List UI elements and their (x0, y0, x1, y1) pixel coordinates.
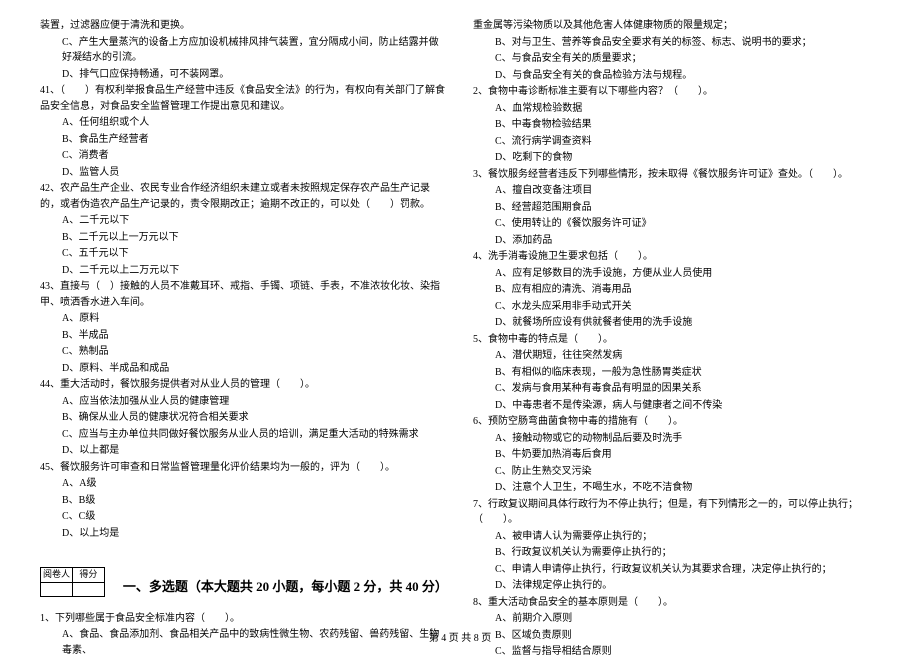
q42-option-d: D、二千元以上二万元以下 (40, 263, 447, 279)
section-header-row: 阅卷人 得分 一、多选题（本大题共 20 小题，每小题 2 分，共 40 分） (40, 553, 447, 603)
mq4-option-d: D、就餐场所应设有供就餐者使用的洗手设施 (473, 315, 880, 331)
mq4-option-b: B、应有相应的清洗、消毒用品 (473, 282, 880, 298)
mq4-option-a: A、应有足够数目的洗手设施，方便从业人员使用 (473, 266, 880, 282)
q45-option-c: C、C级 (40, 509, 447, 525)
question-43-stem: 43、直接与（ ）接触的人员不准戴耳环、戒指、手镯、项链、手表，不准浓妆化妆、染… (40, 279, 447, 310)
right-column: 重金属等污染物质以及其他危害人体健康物质的限量规定； B、对与卫生、营养等食品安… (473, 18, 880, 661)
mq5-option-b: B、有相似的临床表现，一般为急性肠胃类症状 (473, 365, 880, 381)
paragraph-continuation: 装置，过滤器应便于清洗和更换。 (40, 18, 447, 34)
mquestion-4-stem: 4、洗手消毒设施卫生要求包括（ ）。 (473, 249, 880, 265)
q44-option-c: C、应当与主办单位共同做好餐饮服务从业人员的培训，满足重大活动的特殊需求 (40, 427, 447, 443)
mq2-option-d: D、吃剩下的食物 (473, 150, 880, 166)
q41-option-d: D、监管人员 (40, 165, 447, 181)
score-header-marker: 阅卷人 (41, 568, 73, 583)
score-header-score: 得分 (72, 568, 104, 583)
mq5-option-a: A、潜伏期短，往往突然发病 (473, 348, 880, 364)
mq5-option-d: D、中毒患者不是传染源，病人与健康者之间不传染 (473, 398, 880, 414)
q43-option-b: B、半成品 (40, 328, 447, 344)
mquestion-2-stem: 2、食物中毒诊断标准主要有以下哪些内容？（ ）。 (473, 84, 880, 100)
score-cell-empty (41, 582, 73, 596)
mquestion-1-stem: 1、下列哪些属于食品安全标准内容（ ）。 (40, 611, 447, 627)
q43-option-d: D、原料、半成品和成品 (40, 361, 447, 377)
q43-option-c: C、熟制品 (40, 344, 447, 360)
q44-option-b: B、确保从业人员的健康状况符合相关要求 (40, 410, 447, 426)
mq3-option-b: B、经营超范围期食品 (473, 200, 880, 216)
option-c: C、产生大量蒸汽的设备上方应加设机械排风排气装置，宜分隔成小间，防止结露并做好凝… (40, 35, 447, 66)
mq3-option-a: A、擅自改变备注项目 (473, 183, 880, 199)
q42-option-a: A、二千元以下 (40, 213, 447, 229)
q41-option-a: A、任何组织或个人 (40, 115, 447, 131)
mq1-option-a-cont: 重金属等污染物质以及其他危害人体健康物质的限量规定； (473, 18, 880, 34)
mq7-option-b: B、行政复议机关认为需要停止执行的； (473, 545, 880, 561)
q45-option-b: B、B级 (40, 493, 447, 509)
multi-choice-section-title: 一、多选题（本大题共 20 小题，每小题 2 分，共 40 分） (123, 577, 447, 597)
option-d: D、排气口应保持畅通，可不装网罩。 (40, 67, 447, 83)
mq2-option-a: A、血常规检验数据 (473, 101, 880, 117)
question-45-stem: 45、餐饮服务许可审查和日常监督管理量化评价结果均为一般的，评为（ ）。 (40, 460, 447, 476)
score-cell-empty (72, 582, 104, 596)
page-footer: 第 4 页 共 8 页 (0, 629, 920, 644)
mq2-option-c: C、流行病学调查资料 (473, 134, 880, 150)
mquestion-6-stem: 6、预防空肠弯曲菌食物中毒的措施有（ ）。 (473, 414, 880, 430)
q43-option-a: A、原料 (40, 311, 447, 327)
q45-option-a: A、A级 (40, 476, 447, 492)
mq8-option-c: C、监督与指导相结合原则 (473, 644, 880, 660)
q44-option-a: A、应当依法加强从业人员的健康管理 (40, 394, 447, 410)
question-42-stem: 42、农产品生产企业、农民专业合作经济组织未建立或者未按照规定保存农产品生产记录… (40, 181, 447, 212)
left-column: 装置，过滤器应便于清洗和更换。 C、产生大量蒸汽的设备上方应加设机械排风排气装置… (40, 18, 447, 661)
question-41-stem: 41、（ ）有权利举报食品生产经营中违反《食品安全法》的行为，有权向有关部门了解… (40, 83, 447, 114)
q42-option-b: B、二千元以上一万元以下 (40, 230, 447, 246)
q44-option-d: D、以上都是 (40, 443, 447, 459)
mq8-option-a: A、前期介入原则 (473, 611, 880, 627)
q41-option-b: B、食品生产经营者 (40, 132, 447, 148)
mq4-option-c: C、水龙头应采用非手动式开关 (473, 299, 880, 315)
q45-option-d: D、以上均是 (40, 526, 447, 542)
mq7-option-c: C、申请人申请停止执行，行政复议机关认为其要求合理，决定停止执行的； (473, 562, 880, 578)
mquestion-7-stem: 7、行政复议期间具体行政行为不停止执行；但是，有下列情形之一的，可以停止执行；（… (473, 497, 880, 528)
question-44-stem: 44、重大活动时，餐饮服务提供者对从业人员的管理（ ）。 (40, 377, 447, 393)
mq3-option-c: C、使用转让的《餐饮服务许可证》 (473, 216, 880, 232)
q41-option-c: C、消费者 (40, 148, 447, 164)
mq1-option-c: C、与食品安全有关的质量要求； (473, 51, 880, 67)
mquestion-5-stem: 5、食物中毒的特点是（ ）。 (473, 332, 880, 348)
mq6-option-a: A、接触动物或它的动物制品后要及时洗手 (473, 431, 880, 447)
score-table: 阅卷人 得分 (40, 567, 105, 597)
two-column-layout: 装置，过滤器应便于清洗和更换。 C、产生大量蒸汽的设备上方应加设机械排风排气装置… (40, 18, 880, 661)
mq6-option-d: D、注意个人卫生，不喝生水，不吃不洁食物 (473, 480, 880, 496)
mq7-option-a: A、被申请人认为需要停止执行的； (473, 529, 880, 545)
mq1-option-b: B、对与卫生、营养等食品安全要求有关的标签、标志、说明书的要求； (473, 35, 880, 51)
mq6-option-c: C、防止生熟交叉污染 (473, 464, 880, 480)
mquestion-3-stem: 3、餐饮服务经营者违反下列哪些情形，按未取得《餐饮服务许可证》查处。（ ）。 (473, 167, 880, 183)
mq1-option-d: D、与食品安全有关的食品检验方法与规程。 (473, 68, 880, 84)
mq3-option-d: D、添加药品 (473, 233, 880, 249)
mq6-option-b: B、牛奶要加热消毒后食用 (473, 447, 880, 463)
mquestion-8-stem: 8、重大活动食品安全的基本原则是（ ）。 (473, 595, 880, 611)
q42-option-c: C、五千元以下 (40, 246, 447, 262)
mq2-option-b: B、中毒食物检验结果 (473, 117, 880, 133)
mq7-option-d: D、法律规定停止执行的。 (473, 578, 880, 594)
mq5-option-c: C、发病与食用某种有毒食品有明显的因果关系 (473, 381, 880, 397)
